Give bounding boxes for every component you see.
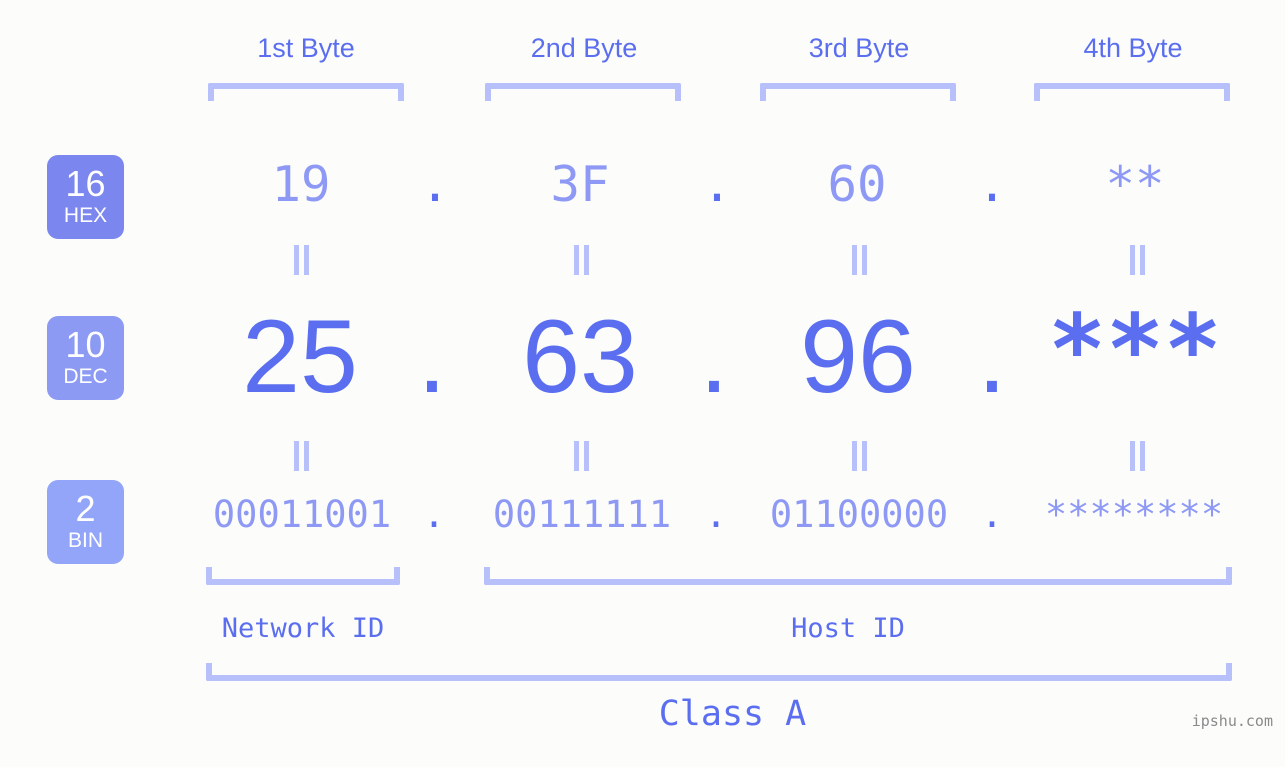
bin-separator-2-glyph: . xyxy=(704,493,728,536)
hex-byte-3-value: 60 xyxy=(827,156,887,213)
bin-separator-3-glyph: . xyxy=(980,493,1004,536)
hex-separator-2-glyph: . xyxy=(702,156,732,213)
base-badge-hex-name: HEX xyxy=(63,204,108,227)
bin-separator-1: . xyxy=(406,489,462,541)
class-bracket xyxy=(206,663,1232,681)
class-text: Class A xyxy=(658,694,807,734)
byte-header-2: 2nd Byte xyxy=(485,33,683,64)
byte-bracket-top-3 xyxy=(760,83,956,101)
site-watermark-text: ipshu.com xyxy=(1191,712,1273,730)
byte-header-1-label: 1st Byte xyxy=(257,33,355,63)
dec-byte-2-value: 63 xyxy=(522,299,638,415)
hex-byte-1: 19 xyxy=(206,152,396,218)
ip-address-breakdown-diagram: 1st Byte 2nd Byte 3rd Byte 4th Byte 16 H… xyxy=(0,0,1285,767)
dec-byte-1-value: 25 xyxy=(242,299,358,415)
network-id-bracket xyxy=(206,567,400,585)
bin-separator-1-glyph: . xyxy=(422,493,446,536)
bin-separator-2: . xyxy=(688,489,744,541)
host-id-label: Host ID xyxy=(748,613,948,644)
base-badge-bin[interactable]: 2 BIN xyxy=(47,480,124,564)
dec-byte-2: 63 xyxy=(485,297,675,417)
hex-byte-2: 3F xyxy=(485,152,675,218)
dec-separator-3: . xyxy=(960,297,1024,417)
byte-bracket-top-4 xyxy=(1034,83,1230,101)
dec-byte-4: *** xyxy=(1040,290,1230,410)
hex-separator-2: . xyxy=(687,152,747,218)
bin-byte-4-value: ******** xyxy=(1044,493,1224,536)
bin-byte-1: 00011001 xyxy=(200,489,404,541)
base-badge-dec[interactable]: 10 DEC xyxy=(47,316,124,400)
dec-byte-4-value: *** xyxy=(1048,294,1222,406)
byte-header-4: 4th Byte xyxy=(1034,33,1232,64)
hex-separator-1-glyph: . xyxy=(420,156,450,213)
base-badge-bin-number: 2 xyxy=(75,488,96,529)
dec-separator-1-glyph: . xyxy=(417,299,447,415)
base-badge-dec-name: DEC xyxy=(63,365,108,388)
hex-byte-1-value: 19 xyxy=(271,156,331,213)
equals-mark-hex-dec-4 xyxy=(1126,245,1148,275)
dec-separator-1: . xyxy=(400,297,464,417)
hex-byte-4-value: ** xyxy=(1105,156,1165,213)
bin-byte-2-value: 00111111 xyxy=(492,493,672,536)
equals-mark-dec-bin-3 xyxy=(848,441,870,471)
dec-byte-1: 25 xyxy=(205,297,395,417)
equals-mark-hex-dec-2 xyxy=(570,245,592,275)
byte-header-3: 3rd Byte xyxy=(760,33,958,64)
byte-header-1: 1st Byte xyxy=(206,33,406,64)
hex-separator-1: . xyxy=(405,152,465,218)
bin-separator-3: . xyxy=(964,489,1020,541)
equals-mark-hex-dec-1 xyxy=(290,245,312,275)
dec-separator-3-glyph: . xyxy=(977,299,1007,415)
class-label: Class A xyxy=(630,694,835,734)
bin-byte-2: 00111111 xyxy=(480,489,684,541)
hex-byte-4: ** xyxy=(1040,152,1230,218)
host-id-text: Host ID xyxy=(791,613,905,644)
base-badge-hex-number: 16 xyxy=(65,163,106,204)
equals-mark-dec-bin-4 xyxy=(1126,441,1148,471)
byte-bracket-top-2 xyxy=(485,83,681,101)
dec-byte-3-value: 96 xyxy=(800,299,916,415)
bin-byte-1-value: 00011001 xyxy=(212,493,392,536)
byte-header-2-label: 2nd Byte xyxy=(530,33,638,63)
network-id-text: Network ID xyxy=(221,613,385,644)
hex-separator-3-glyph: . xyxy=(977,156,1007,213)
bin-byte-3-value: 01100000 xyxy=(769,493,949,536)
bin-byte-4: ******** xyxy=(1032,489,1236,541)
dec-separator-2: . xyxy=(682,297,746,417)
host-id-bracket xyxy=(484,567,1232,585)
base-badge-bin-name: BIN xyxy=(67,529,103,552)
byte-bracket-top-1 xyxy=(208,83,404,101)
dec-byte-3: 96 xyxy=(763,297,953,417)
hex-byte-2-value: 3F xyxy=(550,156,610,213)
byte-header-4-label: 4th Byte xyxy=(1083,33,1183,63)
network-id-label: Network ID xyxy=(203,613,403,644)
site-watermark: ipshu.com xyxy=(1192,712,1273,730)
base-badge-hex[interactable]: 16 HEX xyxy=(47,155,124,239)
bin-byte-3: 01100000 xyxy=(757,489,961,541)
hex-separator-3: . xyxy=(962,152,1022,218)
equals-mark-dec-bin-2 xyxy=(570,441,592,471)
equals-mark-dec-bin-1 xyxy=(290,441,312,471)
equals-mark-hex-dec-3 xyxy=(848,245,870,275)
byte-header-3-label: 3rd Byte xyxy=(808,33,910,63)
hex-byte-3: 60 xyxy=(762,152,952,218)
base-badge-dec-number: 10 xyxy=(65,324,106,365)
dec-separator-2-glyph: . xyxy=(699,299,729,415)
